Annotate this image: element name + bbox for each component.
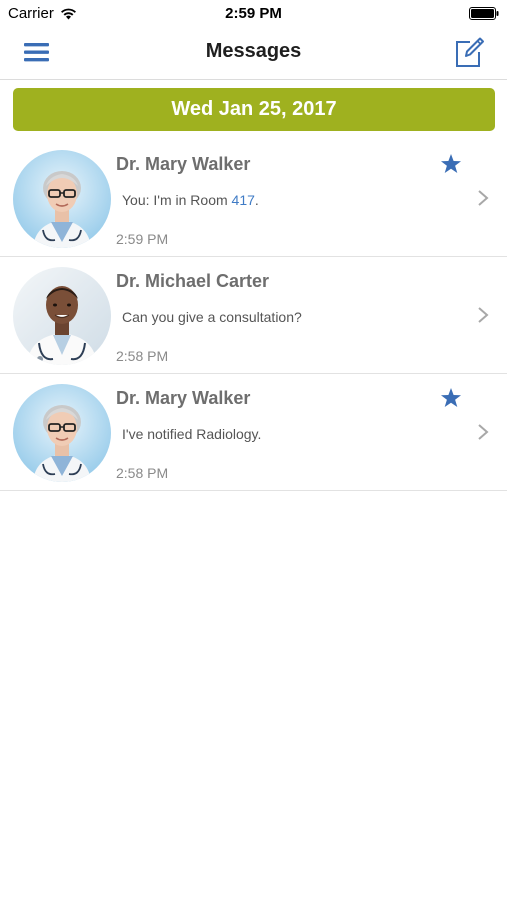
chevron-right-icon <box>478 307 489 323</box>
avatar-mary-walker <box>13 150 111 248</box>
chevron-right-icon <box>478 190 489 206</box>
navigation-bar: Messages <box>0 28 507 80</box>
chevron-right-icon <box>478 424 489 440</box>
message-row[interactable]: Dr. Michael Carter Can you give a consul… <box>0 257 507 374</box>
status-bar: Carrier 2:59 PM <box>0 0 507 28</box>
preview-text: You: I'm in Room <box>122 192 232 208</box>
message-timestamp: 2:58 PM <box>116 348 169 364</box>
preview-text-end: . <box>254 192 259 208</box>
compose-icon[interactable] <box>453 36 485 68</box>
message-preview: Can you give a consultation? <box>122 309 302 325</box>
message-timestamp: 2:58 PM <box>116 465 169 481</box>
message-timestamp: 2:59 PM <box>116 231 169 247</box>
sender-name: Dr. Michael Carter <box>116 271 270 291</box>
date-header-label: Wed Jan 25, 2017 <box>171 98 337 120</box>
star-icon[interactable] <box>440 387 462 409</box>
date-header-banner: Wed Jan 25, 2017 <box>13 88 495 131</box>
message-preview: You: I'm in Room 417. <box>122 192 259 208</box>
sender-name: Dr. Mary Walker <box>116 154 251 174</box>
message-row[interactable]: Dr. Mary Walker I've notified Radiology.… <box>0 374 507 491</box>
page-title: Messages <box>205 40 302 62</box>
status-time: 2:59 PM <box>225 5 282 22</box>
message-list: Dr. Mary Walker You: I'm in Room 417. 2:… <box>0 140 507 491</box>
message-row[interactable]: Dr. Mary Walker You: I'm in Room 417. 2:… <box>0 140 507 257</box>
battery-icon <box>469 7 499 20</box>
avatar-mary-walker <box>13 384 111 482</box>
sender-name: Dr. Mary Walker <box>116 388 251 408</box>
message-preview: I've notified Radiology. <box>122 426 261 442</box>
room-number-link[interactable]: 417 <box>232 192 255 208</box>
avatar-michael-carter <box>13 267 111 365</box>
preview-text: Can you give a consultation? <box>122 309 302 325</box>
star-icon[interactable] <box>440 153 462 175</box>
preview-text: I've notified Radiology. <box>122 426 262 442</box>
